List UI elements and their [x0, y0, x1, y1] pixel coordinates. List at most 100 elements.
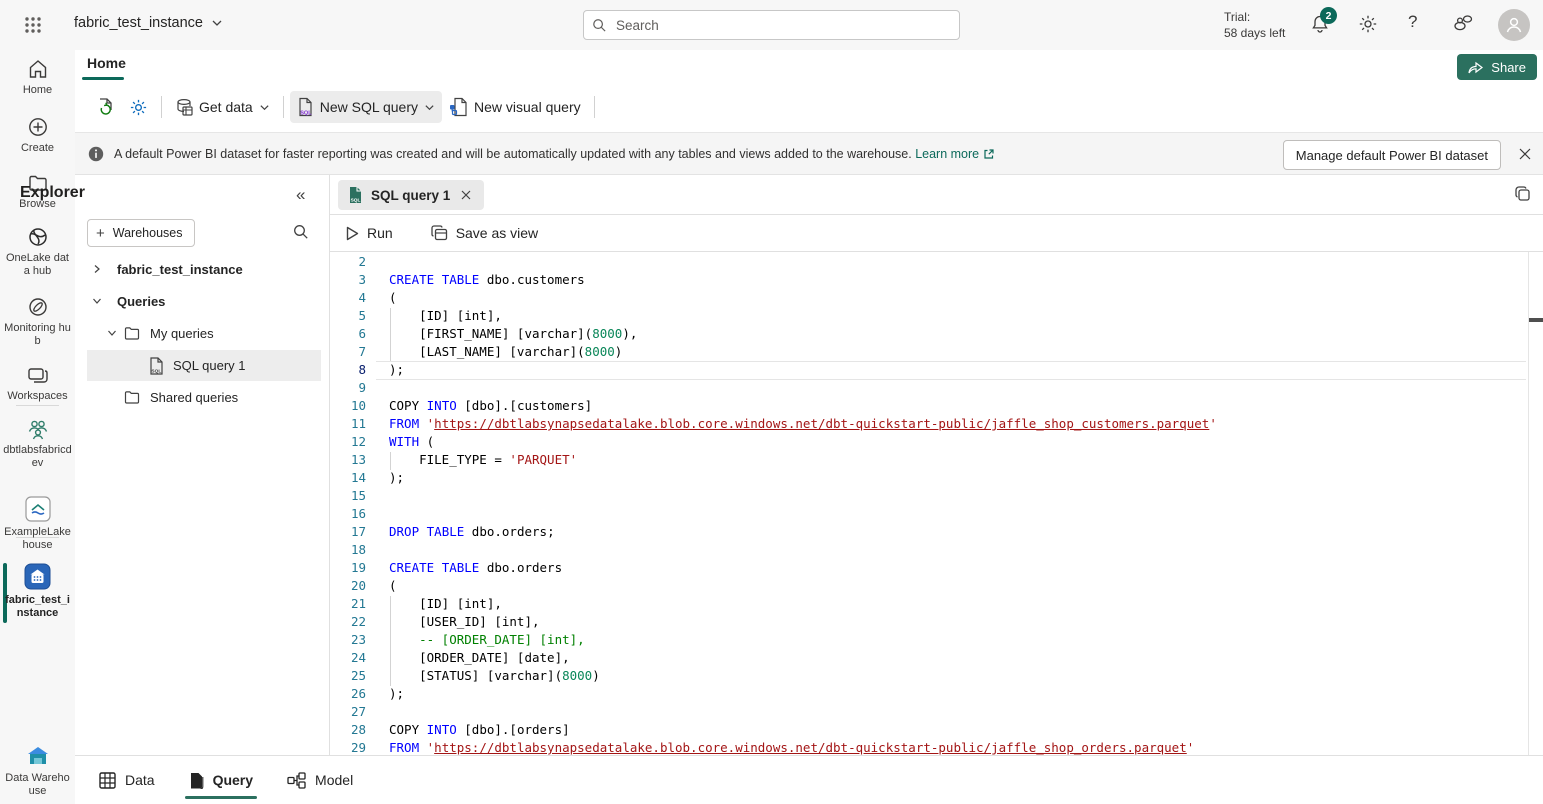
line-number[interactable]: 13 [330, 452, 366, 467]
line-number[interactable]: 8 [330, 362, 366, 377]
line-number[interactable]: 9 [330, 380, 366, 395]
tree-item-sql-query-1[interactable]: SQL SQL query 1 [87, 350, 321, 381]
tree-item-queries[interactable]: Queries [75, 287, 330, 315]
code-line[interactable]: 9 [330, 380, 1528, 398]
code-line[interactable]: 24 [ORDER_DATE] [date], [330, 650, 1528, 668]
line-number[interactable]: 22 [330, 614, 366, 629]
new-sql-query-button[interactable]: SQL New SQL query [290, 91, 442, 123]
rail-item-home[interactable]: Home [0, 58, 75, 97]
help-icon[interactable]: ? [1408, 12, 1417, 32]
get-data-button[interactable]: Get data [168, 91, 277, 123]
line-number[interactable]: 18 [330, 542, 366, 557]
line-number[interactable]: 24 [330, 650, 366, 665]
workspace-switcher[interactable]: fabric_test_instance [74, 15, 223, 31]
global-search[interactable] [583, 10, 960, 40]
line-number[interactable]: 2 [330, 254, 366, 269]
editor-scrollbar[interactable] [1528, 252, 1543, 755]
tree-item-shared-queries[interactable]: Shared queries [75, 383, 330, 411]
banner-close-icon[interactable] [1517, 146, 1535, 164]
line-number[interactable]: 15 [330, 488, 366, 503]
code-line[interactable]: 14); [330, 470, 1528, 488]
code-line[interactable]: 17DROP TABLE dbo.orders; [330, 524, 1528, 542]
line-number[interactable]: 3 [330, 272, 366, 287]
line-number[interactable]: 28 [330, 722, 366, 737]
rail-item-data-warehouse[interactable]: Data Warehouse [0, 744, 75, 798]
learn-more-link[interactable]: Learn more [915, 147, 979, 161]
rail-item-create[interactable]: Create [0, 116, 75, 155]
settings-gear-icon[interactable] [1358, 14, 1378, 34]
code-line[interactable]: 12WITH ( [330, 434, 1528, 452]
line-number[interactable]: 12 [330, 434, 366, 449]
view-tab-model[interactable]: Model [287, 756, 353, 804]
query-tab-sql-query-1[interactable]: SQL SQL query 1 [338, 180, 484, 210]
line-number[interactable]: 4 [330, 290, 366, 305]
code-line[interactable]: 21 [ID] [int], [330, 596, 1528, 614]
feedback-icon[interactable] [1452, 13, 1472, 33]
code-line[interactable]: 4( [330, 290, 1528, 308]
new-visual-query-button[interactable]: New visual query [442, 91, 588, 123]
collapse-explorer-icon[interactable]: « [296, 185, 305, 205]
line-number[interactable]: 10 [330, 398, 366, 413]
code-line[interactable]: 29FROM 'https://dbtlabsynapsedatalake.bl… [330, 740, 1528, 755]
line-number[interactable]: 17 [330, 524, 366, 539]
rail-item-fabric-test-instance[interactable]: fabric_test_instance [0, 563, 75, 620]
search-input[interactable] [614, 17, 918, 34]
rail-item-examplelakehouse[interactable]: ExampleLakehouse [0, 496, 75, 552]
code-line[interactable]: 15 [330, 488, 1528, 506]
tree-item-my-queries[interactable]: My queries [75, 319, 330, 347]
line-number[interactable]: 14 [330, 470, 366, 485]
line-number[interactable]: 25 [330, 668, 366, 683]
explorer-search-icon[interactable] [293, 224, 309, 240]
line-number[interactable]: 7 [330, 344, 366, 359]
run-button[interactable]: Run [338, 219, 401, 247]
rail-item-workspaces[interactable]: Workspaces [0, 366, 75, 403]
line-number[interactable]: 19 [330, 560, 366, 575]
share-button[interactable]: Share [1457, 54, 1537, 80]
code-line[interactable]: 20( [330, 578, 1528, 596]
code-line[interactable]: 19CREATE TABLE dbo.orders [330, 560, 1528, 578]
code-line[interactable]: 23 -- [ORDER_DATE] [int], [330, 632, 1528, 650]
line-number[interactable]: 5 [330, 308, 366, 323]
tree-item-warehouse-root[interactable]: fabric_test_instance [75, 255, 330, 283]
sql-editor[interactable]: 2 3CREATE TABLE dbo.customers4(5 [ID] [in… [330, 252, 1543, 755]
code-line[interactable]: 5 [ID] [int], [330, 308, 1528, 326]
line-number[interactable]: 29 [330, 740, 366, 755]
code-line[interactable]: 2 [330, 254, 1528, 272]
manage-default-dataset-button[interactable]: Manage default Power BI dataset [1283, 140, 1501, 170]
code-line[interactable]: 25 [STATUS] [varchar](8000) [330, 668, 1528, 686]
settings-button[interactable] [122, 91, 155, 123]
line-number[interactable]: 26 [330, 686, 366, 701]
code-line[interactable]: 3CREATE TABLE dbo.customers [330, 272, 1528, 290]
close-tab-icon[interactable] [458, 187, 474, 203]
user-avatar[interactable] [1498, 9, 1530, 41]
line-number[interactable]: 11 [330, 416, 366, 431]
code-line[interactable]: 18 [330, 542, 1528, 560]
line-number[interactable]: 21 [330, 596, 366, 611]
line-number[interactable]: 27 [330, 704, 366, 719]
line-number[interactable]: 6 [330, 326, 366, 341]
view-tab-data[interactable]: Data [99, 756, 155, 804]
code-line[interactable]: 22 [USER_ID] [int], [330, 614, 1528, 632]
new-warehouse-button[interactable]: + Warehouses [87, 219, 195, 247]
view-tab-query[interactable]: Query [189, 756, 253, 804]
code-line[interactable]: 27 [330, 704, 1528, 722]
code-line[interactable]: 7 [LAST_NAME] [varchar](8000) [330, 344, 1528, 362]
copy-icon[interactable] [1513, 184, 1533, 204]
code-line[interactable]: 13 FILE_TYPE = 'PARQUET' [330, 452, 1528, 470]
save-as-view-button[interactable]: Save as view [423, 219, 546, 247]
app-launcher-waffle-icon[interactable] [24, 16, 44, 36]
ribbon-tab-home[interactable]: Home [83, 55, 130, 71]
line-number[interactable]: 20 [330, 578, 366, 593]
code-line[interactable]: 28COPY INTO [dbo].[orders] [330, 722, 1528, 740]
rail-item-dbtlabsfabricdev[interactable]: dbtlabsfabricdev [0, 418, 75, 470]
code-line[interactable]: 26); [330, 686, 1528, 704]
line-number[interactable]: 23 [330, 632, 366, 647]
code-line[interactable]: 8); [330, 362, 1528, 380]
code-line[interactable]: 11FROM 'https://dbtlabsynapsedatalake.bl… [330, 416, 1528, 434]
line-number[interactable]: 16 [330, 506, 366, 521]
rail-item-onelake-data-hub[interactable]: OneLake data hub [0, 226, 75, 278]
refresh-script-button[interactable] [89, 91, 122, 123]
code-line[interactable]: 10COPY INTO [dbo].[customers] [330, 398, 1528, 416]
rail-item-monitoring-hub[interactable]: Monitoring hub [0, 296, 75, 348]
code-line[interactable]: 6 [FIRST_NAME] [varchar](8000), [330, 326, 1528, 344]
